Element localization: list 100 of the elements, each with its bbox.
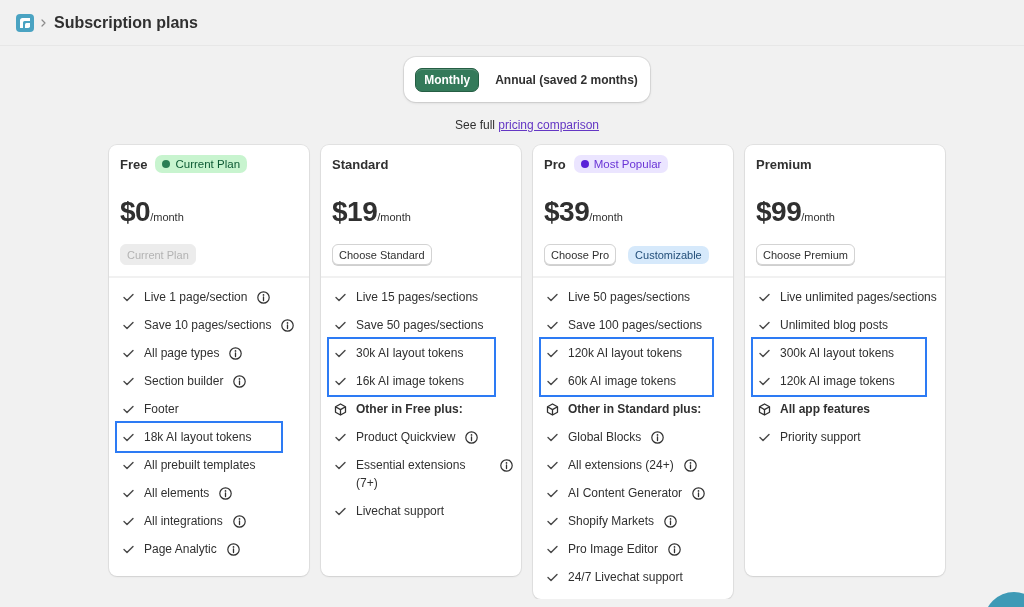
plan-button[interactable]: Choose Pro xyxy=(544,244,617,265)
plan-price: $0 xyxy=(120,196,151,228)
check-icon xyxy=(547,517,558,526)
info-icon[interactable] xyxy=(668,542,682,556)
feature-label: Priority support xyxy=(780,429,861,446)
feature-label: Live 1 page/section xyxy=(144,289,248,306)
check-icon xyxy=(335,293,346,302)
badge-label: Most Popular xyxy=(593,158,662,170)
info-icon[interactable] xyxy=(692,486,706,500)
billing-period-tab[interactable]: Annual (saved 2 months) xyxy=(486,67,647,92)
check-icon xyxy=(547,461,558,470)
feature-label: 16k AI image tokens xyxy=(356,373,465,390)
price-period: /month xyxy=(377,211,411,223)
check-icon xyxy=(547,293,558,302)
feature-label: 300k AI layout tokens xyxy=(780,345,895,362)
check-icon xyxy=(123,405,134,414)
plan-name: Free xyxy=(120,156,148,172)
check-icon xyxy=(547,433,558,442)
info-icon[interactable] xyxy=(683,458,697,472)
feature-label: 120k AI image tokens xyxy=(780,373,895,390)
status-dot-icon xyxy=(162,160,171,168)
breadcrumb-chevron-icon xyxy=(41,18,46,27)
plan-tag: Customizable xyxy=(628,245,709,264)
plan-price: $39 xyxy=(544,196,590,228)
feature-label: Essential extensions (7+) xyxy=(356,457,467,492)
page-title: Subscription plans xyxy=(54,13,198,32)
check-icon xyxy=(335,433,346,442)
info-icon[interactable] xyxy=(465,430,479,444)
check-icon xyxy=(123,321,134,330)
billing-period-tab[interactable]: Monthly xyxy=(415,67,480,92)
info-icon[interactable] xyxy=(226,542,240,556)
feature-label: Livechat support xyxy=(356,503,445,520)
info-icon[interactable] xyxy=(500,458,513,472)
plan-name: Standard xyxy=(332,156,389,172)
check-icon xyxy=(335,377,346,386)
feature-group-label: All app features xyxy=(780,401,871,418)
check-icon xyxy=(123,545,134,554)
feature-label: 120k AI layout tokens xyxy=(568,345,683,362)
info-icon[interactable] xyxy=(651,430,665,444)
feature-label: All page types xyxy=(144,345,220,362)
check-icon xyxy=(123,377,134,386)
check-icon xyxy=(123,489,134,498)
feature-label: Page Analytic xyxy=(144,541,217,558)
cube-icon xyxy=(546,403,559,416)
feature-group-label: Other in Standard plus: xyxy=(568,401,702,418)
info-icon[interactable] xyxy=(664,514,678,528)
info-icon[interactable] xyxy=(232,514,246,528)
info-icon[interactable] xyxy=(219,486,233,500)
plan-name: Pro xyxy=(544,156,566,172)
status-dot-icon xyxy=(580,160,589,168)
info-icon[interactable] xyxy=(281,318,295,332)
check-icon xyxy=(335,461,346,470)
check-icon xyxy=(123,433,134,442)
info-icon[interactable] xyxy=(229,346,243,360)
check-icon xyxy=(759,433,770,442)
feature-label: Unlimited blog posts xyxy=(780,317,889,334)
check-icon xyxy=(123,293,134,302)
feature-group-label: Other in Free plus: xyxy=(356,401,463,418)
feature-label: Footer xyxy=(144,401,179,418)
plan-button[interactable]: Choose Standard xyxy=(332,244,432,265)
feature-label: Live 15 pages/sections xyxy=(356,289,479,306)
info-icon[interactable] xyxy=(233,374,247,388)
check-icon xyxy=(547,545,558,554)
feature-label: All integrations xyxy=(144,513,223,530)
feature-label: Live unlimited pages/sections xyxy=(780,289,937,306)
check-icon xyxy=(759,377,770,386)
check-icon xyxy=(123,349,134,358)
feature-label: Section builder xyxy=(144,373,224,390)
feature-label: Product Quickview xyxy=(356,429,456,446)
price-period: /month xyxy=(150,211,184,223)
feature-label: All prebuilt templates xyxy=(144,457,256,474)
pricing-comparison-link[interactable]: pricing comparison xyxy=(498,118,600,132)
feature-label: Save 10 pages/sections xyxy=(144,317,272,334)
plan-button[interactable]: Choose Premium xyxy=(756,244,855,265)
plan-price: $99 xyxy=(756,196,802,228)
plan-name: Premium xyxy=(756,156,812,172)
feature-label: Save 50 pages/sections xyxy=(356,317,484,334)
feature-label: 30k AI layout tokens xyxy=(356,345,464,362)
check-icon xyxy=(547,321,558,330)
check-icon xyxy=(759,293,770,302)
feature-label: Save 100 pages/sections xyxy=(568,317,703,334)
check-icon xyxy=(547,349,558,358)
check-icon xyxy=(123,461,134,470)
check-icon xyxy=(759,349,770,358)
check-icon xyxy=(335,321,346,330)
feature-label: Shopify Markets xyxy=(568,513,655,530)
cube-icon xyxy=(758,403,771,416)
cube-icon xyxy=(334,403,347,416)
check-icon xyxy=(759,321,770,330)
feature-label: Global Blocks xyxy=(568,429,642,446)
check-icon xyxy=(547,377,558,386)
comparison-note: See full pricing comparison xyxy=(454,117,600,133)
feature-label: 24/7 Livechat support xyxy=(568,569,683,586)
price-period: /month xyxy=(589,211,623,223)
feature-label: 18k AI layout tokens xyxy=(144,429,252,446)
feature-label: All elements xyxy=(144,485,210,502)
app-logo-icon[interactable] xyxy=(16,13,34,32)
feature-label: AI Content Generator xyxy=(568,485,683,502)
info-icon[interactable] xyxy=(257,290,271,304)
plan-price: $19 xyxy=(332,196,378,228)
